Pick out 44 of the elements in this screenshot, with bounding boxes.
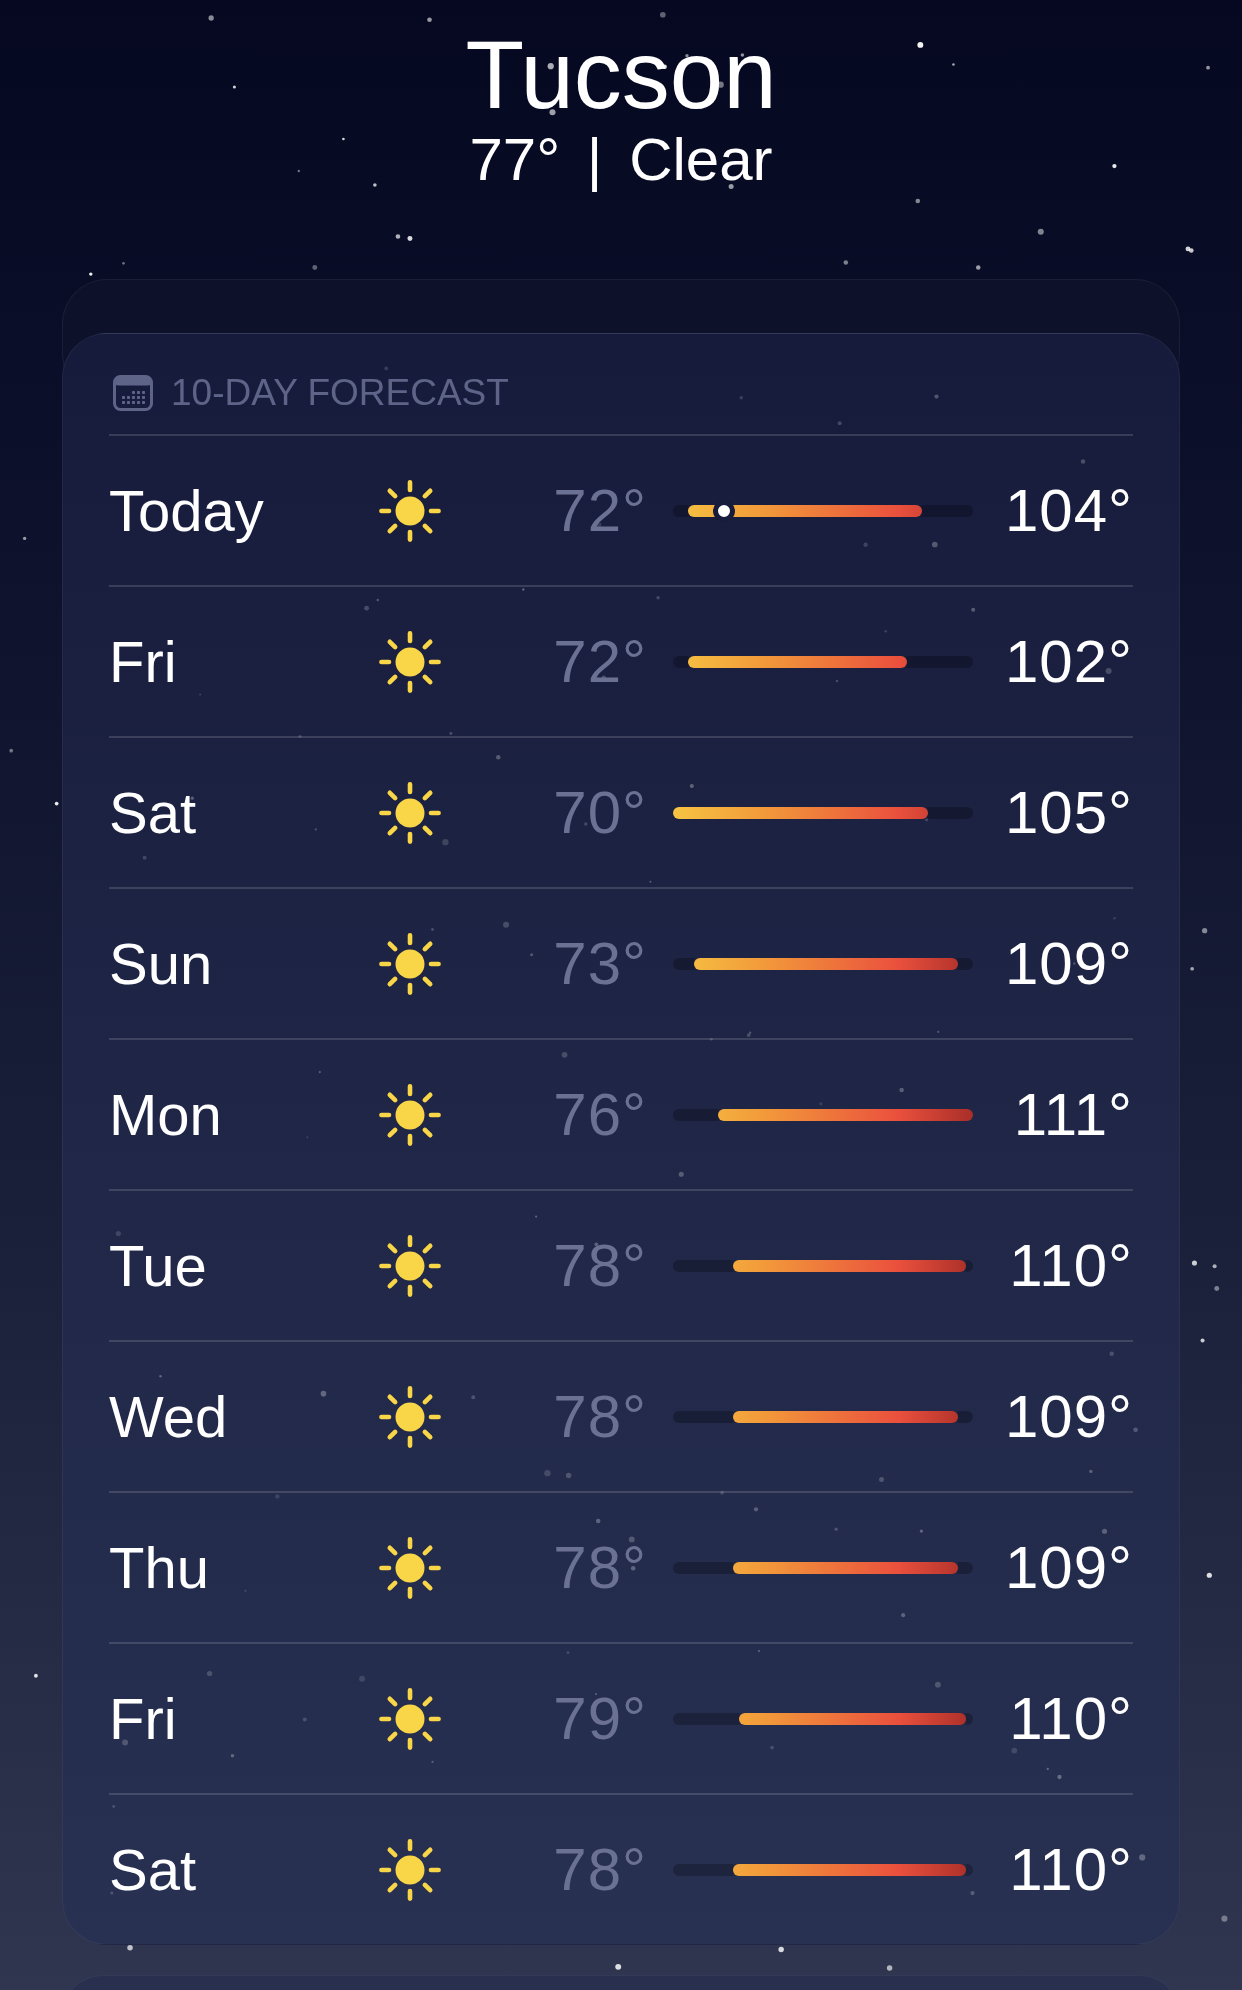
low-temperature: 70°	[552, 777, 647, 848]
day-label: Sat	[109, 1835, 198, 1904]
low-temperature: 78°	[552, 1532, 647, 1603]
low-temperature: 72°	[552, 626, 647, 697]
card-title: 10-DAY FORECAST	[171, 371, 509, 415]
low-temperature: 78°	[552, 1230, 647, 1301]
low-temperature: 73°	[552, 928, 647, 999]
high-temperature: 110°	[1008, 1834, 1133, 1905]
day-label: Wed	[109, 1382, 229, 1451]
sun-icon	[379, 781, 441, 844]
current-conditions: 77° | Clear	[469, 127, 773, 193]
high-temperature: 102°	[1003, 626, 1133, 697]
sun-icon	[379, 1385, 441, 1448]
day-label: Today	[109, 476, 265, 545]
sun-icon	[379, 1234, 441, 1297]
day-label: Sat	[109, 778, 198, 847]
day-label: Mon	[109, 1080, 223, 1149]
sun-icon	[379, 1536, 441, 1599]
high-temperature: 109°	[1003, 1381, 1133, 1452]
sun-icon	[379, 630, 441, 693]
high-temperature: 109°	[1003, 1532, 1133, 1603]
high-temperature: 105°	[1003, 777, 1133, 848]
low-temperature: 72°	[552, 475, 647, 546]
calendar-icon	[113, 375, 153, 411]
city-name: Tucson	[465, 25, 777, 125]
low-temperature: 78°	[552, 1834, 647, 1905]
high-temperature: 111°	[1012, 1079, 1133, 1150]
sun-icon	[379, 1687, 441, 1750]
day-label: Tue	[109, 1231, 208, 1300]
low-temperature: 79°	[552, 1683, 647, 1754]
low-temperature: 76°	[552, 1079, 647, 1150]
low-temperature: 78°	[552, 1381, 647, 1452]
high-temperature: 104°	[1003, 475, 1133, 546]
sun-icon	[379, 1083, 441, 1146]
high-temperature: 110°	[1008, 1230, 1133, 1301]
day-label: Sun	[109, 929, 214, 998]
sun-icon	[379, 479, 441, 542]
high-temperature: 110°	[1008, 1683, 1133, 1754]
high-temperature: 109°	[1003, 928, 1133, 999]
sun-icon	[379, 1838, 441, 1901]
day-label: Thu	[109, 1533, 210, 1602]
day-label: Fri	[109, 1684, 178, 1753]
day-label: Fri	[109, 627, 178, 696]
sun-icon	[379, 932, 441, 995]
